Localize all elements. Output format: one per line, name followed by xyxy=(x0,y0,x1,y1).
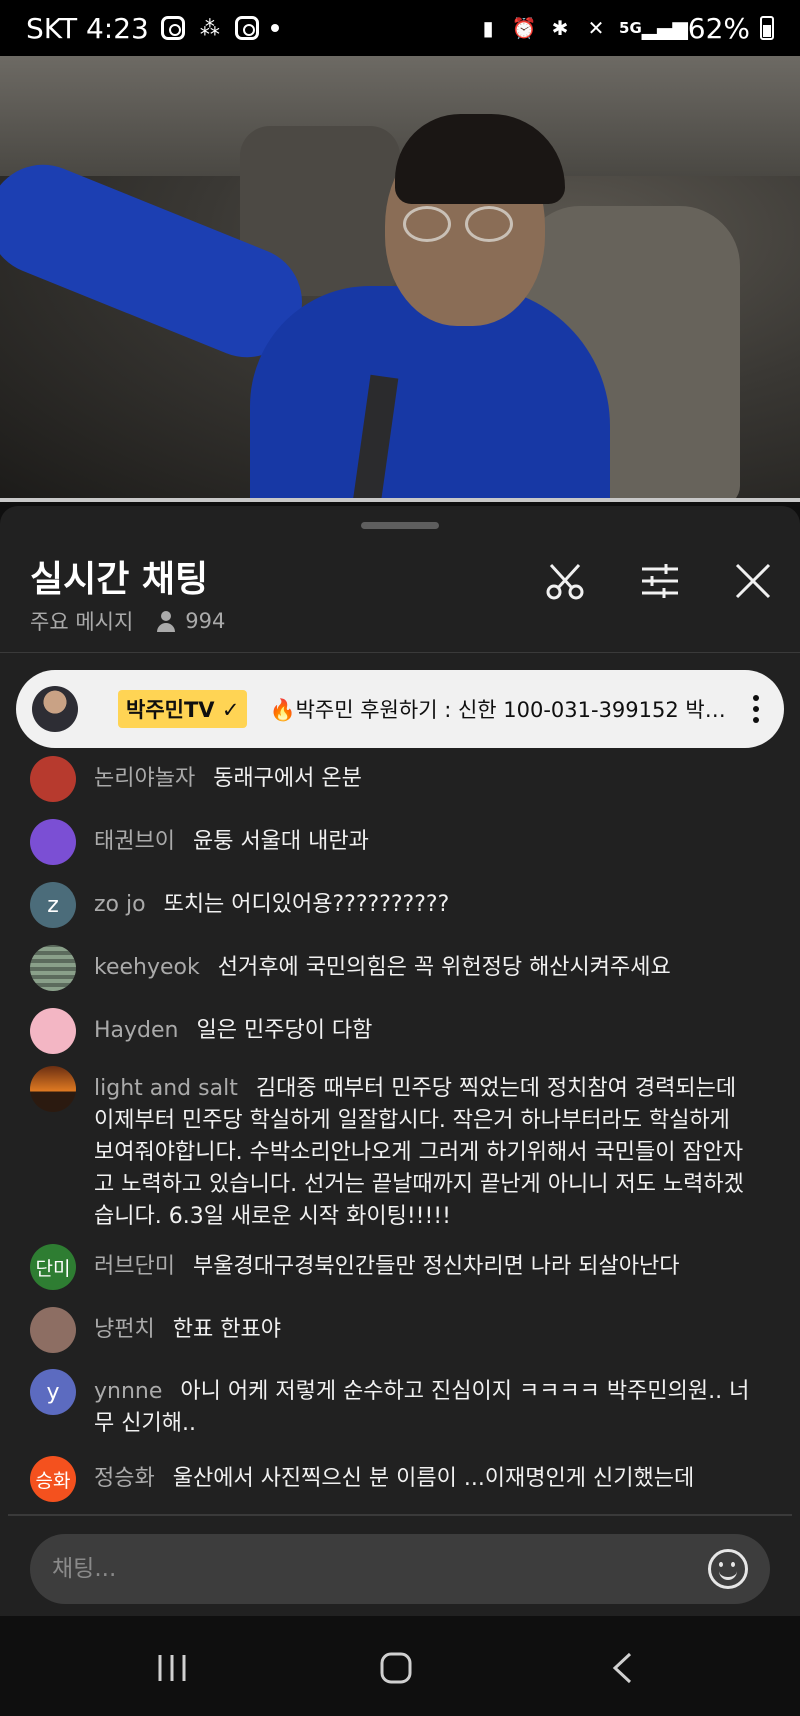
notification-dot-icon xyxy=(270,24,279,32)
message-text: 한표 한표야 xyxy=(172,1317,281,1342)
avatar[interactable] xyxy=(30,819,76,865)
instagram-icon xyxy=(160,16,185,40)
clip-button[interactable] xyxy=(540,556,590,606)
recent-apps-button[interactable] xyxy=(142,1646,202,1690)
chat-message[interactable]: light and salt 김대중 때부터 민주당 찍었는데 정치참여 경력되는… xyxy=(30,1066,780,1233)
chat-subheader: 주요 메시지 994 xyxy=(30,606,225,636)
chat-mode-selector[interactable]: 주요 메시지 xyxy=(30,606,133,636)
message-author[interactable]: Hayden xyxy=(94,1018,179,1043)
chat-message[interactable]: y ynnne 아니 어케 저렇게 순수하고 진심이지 ㅋㅋㅋㅋ 박주민의원.. … xyxy=(30,1369,780,1440)
chat-message[interactable]: 냥펀치 한표 한표야 xyxy=(30,1307,780,1353)
network-type: 5G xyxy=(619,19,642,37)
message-text: 울산에서 사진찍으신 분 이름이 ...이재명인게 신기했는데 xyxy=(172,1466,695,1491)
avatar[interactable]: z xyxy=(30,882,76,928)
message-text: 선거후에 국민의힘은 꼭 위헌정당 해산시켜주세요 xyxy=(217,955,671,980)
alarm-icon: ⏰ xyxy=(511,16,537,40)
avatar[interactable]: 단미 xyxy=(30,1244,76,1290)
chat-title: 실시간 채팅 xyxy=(30,559,209,600)
home-button[interactable] xyxy=(366,1646,426,1690)
viewer-count: 994 xyxy=(185,609,226,633)
battery-percent: 62% xyxy=(687,11,750,45)
chat-message[interactable]: 논리야놀자 동래구에서 온분 xyxy=(30,756,780,802)
message-text: 윤퉁 서울대 내란과 xyxy=(192,829,369,854)
chat-input[interactable] xyxy=(52,1556,708,1582)
threads-icon: ⁂ xyxy=(199,16,220,40)
avatar[interactable] xyxy=(30,1008,76,1054)
sliders-icon xyxy=(642,564,678,598)
message-author[interactable]: keehyeok xyxy=(94,955,200,980)
mute-icon: ✕ xyxy=(587,16,605,40)
home-icon xyxy=(380,1652,412,1684)
avatar[interactable]: 승화 xyxy=(30,1456,76,1502)
avatar[interactable] xyxy=(30,1307,76,1353)
pinned-message-text: 🔥박주민 후원하기 : 신한 100-031-399152 박… xyxy=(269,698,726,722)
message-author[interactable]: 러브단미 xyxy=(94,1254,175,1279)
person-icon xyxy=(155,610,177,632)
video-player[interactable] xyxy=(0,56,800,502)
video-progress-bar[interactable] xyxy=(0,498,800,502)
message-author[interactable]: ynnne xyxy=(94,1379,162,1404)
message-author[interactable]: 태권브이 xyxy=(94,829,175,854)
system-nav-bar xyxy=(0,1616,800,1716)
recent-apps-icon xyxy=(158,1655,186,1681)
message-author[interactable]: 냥펀치 xyxy=(94,1317,155,1342)
avatar xyxy=(32,686,78,732)
avatar[interactable] xyxy=(30,945,76,991)
message-text: 또치는 어디있어용?????????? xyxy=(163,892,450,917)
scissors-icon xyxy=(546,563,584,600)
instagram-icon xyxy=(234,16,259,40)
chat-message[interactable]: 태권브이 윤퉁 서울대 내란과 xyxy=(30,819,780,865)
status-bar: SKT 4:23 ⁂ ▮ ⏰ ✱ ✕ 5G ▂▄▆ 62% xyxy=(0,0,800,56)
close-icon xyxy=(735,563,771,599)
battery-icon xyxy=(760,16,774,40)
back-button[interactable] xyxy=(592,1646,652,1690)
message-text: 일은 민주당이 다함 xyxy=(196,1018,373,1043)
chat-message[interactable]: keehyeok 선거후에 국민의힘은 꼭 위헌정당 해산시켜주세요 xyxy=(30,945,780,991)
emoji-icon[interactable] xyxy=(708,1549,748,1589)
battery-saver-icon: ▮ xyxy=(482,16,494,40)
video-scene-glasses xyxy=(403,206,523,246)
channel-owner-badge: 박주민TV ✓ xyxy=(118,690,248,728)
message-text: 동래구에서 온분 xyxy=(213,766,362,791)
message-author[interactable]: zo jo xyxy=(94,892,146,917)
pinned-message[interactable]: 박주민TV ✓ 🔥박주민 후원하기 : 신한 100-031-399152 박… xyxy=(16,670,784,748)
more-options-button[interactable] xyxy=(744,695,768,723)
filter-button[interactable] xyxy=(635,556,685,606)
back-icon xyxy=(612,1652,632,1684)
message-author[interactable]: 정승화 xyxy=(94,1466,155,1491)
message-text: 부울경대구경북인간들만 정신차리면 나라 되살아난다 xyxy=(192,1254,680,1279)
message-author[interactable]: light and salt xyxy=(94,1076,238,1101)
message-author[interactable]: 논리야놀자 xyxy=(94,766,195,791)
message-text: 아니 어케 저렇게 순수하고 진심이지 ㅋㅋㅋㅋ 박주민의원.. 너무 신기해.… xyxy=(94,1379,750,1436)
chat-message[interactable]: 승화 정승화 울산에서 사진찍으신 분 이름이 ...이재명인게 신기했는데 xyxy=(30,1456,780,1502)
bluetooth-icon: ✱ xyxy=(551,16,569,40)
avatar[interactable] xyxy=(30,1066,76,1112)
chat-message[interactable]: 단미 러브단미 부울경대구경북인간들만 정신차리면 나라 되살아난다 xyxy=(30,1244,780,1290)
input-divider xyxy=(8,1514,792,1516)
chat-message[interactable]: Hayden 일은 민주당이 다함 xyxy=(30,1008,780,1054)
chat-message[interactable]: z zo jo 또치는 어디있어용?????????? xyxy=(30,882,780,928)
signal-icon: ▂▄▆ xyxy=(641,16,688,40)
avatar[interactable] xyxy=(30,756,76,802)
carrier-time: SKT 4:23 xyxy=(26,11,149,45)
close-button[interactable] xyxy=(728,556,778,606)
header-divider xyxy=(0,652,800,653)
avatar[interactable]: y xyxy=(30,1369,76,1415)
chat-input-box[interactable] xyxy=(30,1534,770,1604)
drag-handle[interactable] xyxy=(361,522,439,529)
more-dot-icon xyxy=(753,695,759,701)
